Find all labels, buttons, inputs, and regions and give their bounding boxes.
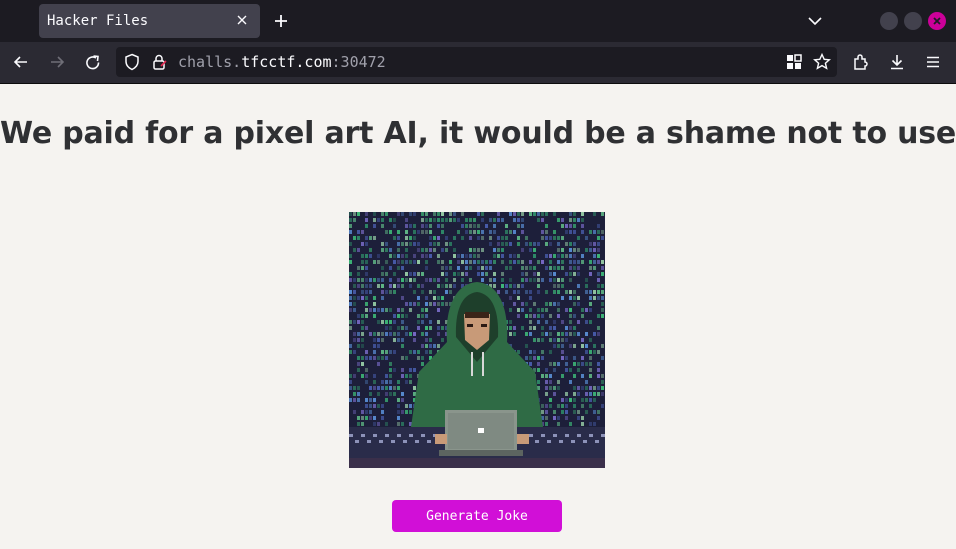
window-close-button[interactable] xyxy=(928,12,946,30)
tab-title: Hacker Files xyxy=(47,13,149,29)
url-prefix: challs. xyxy=(178,53,242,71)
close-icon xyxy=(933,17,941,25)
qr-icon[interactable] xyxy=(784,52,804,72)
url-bar[interactable]: challs.tfcctf.com:30472 xyxy=(116,47,837,77)
close-icon[interactable] xyxy=(233,11,251,29)
navigation-toolbar: challs.tfcctf.com:30472 xyxy=(0,42,956,84)
minimize-button[interactable] xyxy=(880,12,898,30)
shield-icon[interactable] xyxy=(122,52,142,72)
tab-hacker-files[interactable]: Hacker Files xyxy=(39,4,260,38)
lock-icon[interactable] xyxy=(149,52,169,72)
hacker-pixel-art-image xyxy=(349,212,605,468)
extensions-icon[interactable] xyxy=(851,52,871,72)
maximize-button[interactable] xyxy=(904,12,922,30)
plus-icon[interactable] xyxy=(272,12,290,30)
star-icon[interactable] xyxy=(812,52,832,72)
menu-icon[interactable] xyxy=(923,52,943,72)
url-port: :30472 xyxy=(331,53,386,71)
back-arrow-icon[interactable] xyxy=(11,52,31,72)
page-title: We paid for a pixel art AI, it would be … xyxy=(0,116,956,151)
chevron-down-icon[interactable] xyxy=(806,12,824,30)
reload-icon[interactable] xyxy=(83,53,103,73)
url-text[interactable]: challs.tfcctf.com:30472 xyxy=(178,53,386,71)
tab-strip: Hacker Files xyxy=(0,0,956,42)
download-icon[interactable] xyxy=(887,52,907,72)
pixel-art-canvas xyxy=(349,212,605,468)
generate-joke-button[interactable]: Generate Joke xyxy=(392,500,562,532)
forward-arrow-icon xyxy=(51,56,65,68)
url-host: tfcctf.com xyxy=(241,53,332,71)
